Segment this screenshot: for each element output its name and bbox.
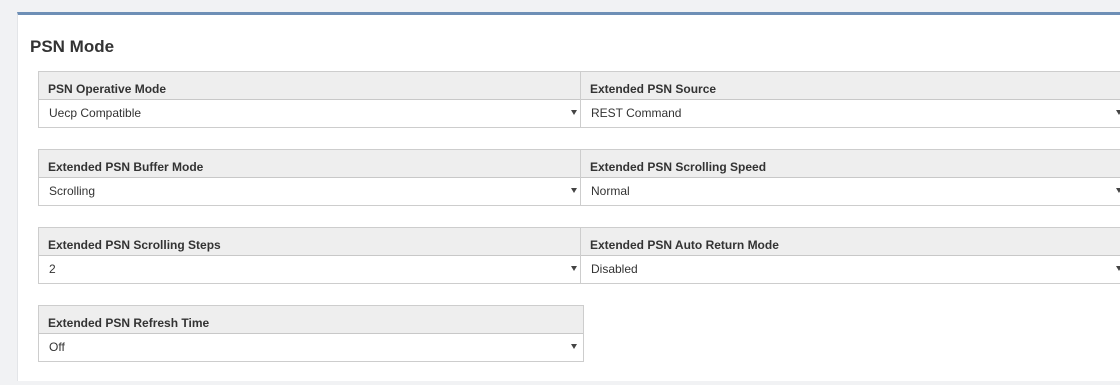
field-label: Extended PSN Source (590, 82, 717, 96)
select-value: Normal (591, 184, 630, 198)
select-value: Disabled (591, 262, 638, 276)
caret-down-icon (571, 266, 577, 271)
field-label: Extended PSN Scrolling Steps (48, 238, 221, 252)
extended-psn-auto-return-mode-select[interactable]: Disabled (581, 255, 1120, 283)
extended-psn-buffer-mode-select[interactable]: Scrolling (39, 177, 583, 205)
extended-psn-auto-return-mode-field: Extended PSN Auto Return Mode Disabled (580, 227, 1120, 284)
caret-down-icon (571, 188, 577, 193)
caret-down-icon (1116, 266, 1120, 271)
extended-psn-scrolling-speed-select[interactable]: Normal (581, 177, 1120, 205)
psn-operative-mode-select[interactable]: Uecp Compatible (39, 99, 583, 127)
panel-title: PSN Mode (30, 37, 115, 56)
select-value: 2 (49, 262, 56, 276)
field-label: Extended PSN Buffer Mode (48, 160, 204, 174)
extended-psn-scrolling-steps-select[interactable]: 2 (39, 255, 583, 283)
extended-psn-buffer-mode-field: Extended PSN Buffer Mode Scrolling (38, 149, 584, 206)
select-value: Uecp Compatible (49, 106, 142, 120)
field-label: PSN Operative Mode (48, 82, 167, 96)
select-value: Off (49, 340, 65, 354)
caret-down-icon (1116, 188, 1120, 193)
extended-psn-source-select[interactable]: REST Command (581, 99, 1120, 127)
select-value: Scrolling (49, 184, 96, 198)
caret-down-icon (1116, 110, 1120, 115)
caret-down-icon (571, 344, 577, 349)
extended-psn-refresh-time-select[interactable]: Off (39, 333, 583, 361)
psn-mode-panel: PSN Mode PSN Operative Mode Uecp Compati… (17, 12, 1120, 381)
select-value: REST Command (591, 106, 682, 120)
extended-psn-scrolling-steps-field: Extended PSN Scrolling Steps 2 (38, 227, 584, 284)
field-label: Extended PSN Auto Return Mode (590, 238, 779, 252)
field-label: Extended PSN Scrolling Speed (590, 160, 767, 174)
extended-psn-refresh-time-field: Extended PSN Refresh Time Off (38, 305, 584, 362)
psn-operative-mode-field: PSN Operative Mode Uecp Compatible (38, 71, 584, 128)
extended-psn-scrolling-speed-field: Extended PSN Scrolling Speed Normal (580, 149, 1120, 206)
caret-down-icon (571, 110, 577, 115)
extended-psn-source-field: Extended PSN Source REST Command (580, 71, 1120, 128)
field-label: Extended PSN Refresh Time (48, 316, 210, 330)
